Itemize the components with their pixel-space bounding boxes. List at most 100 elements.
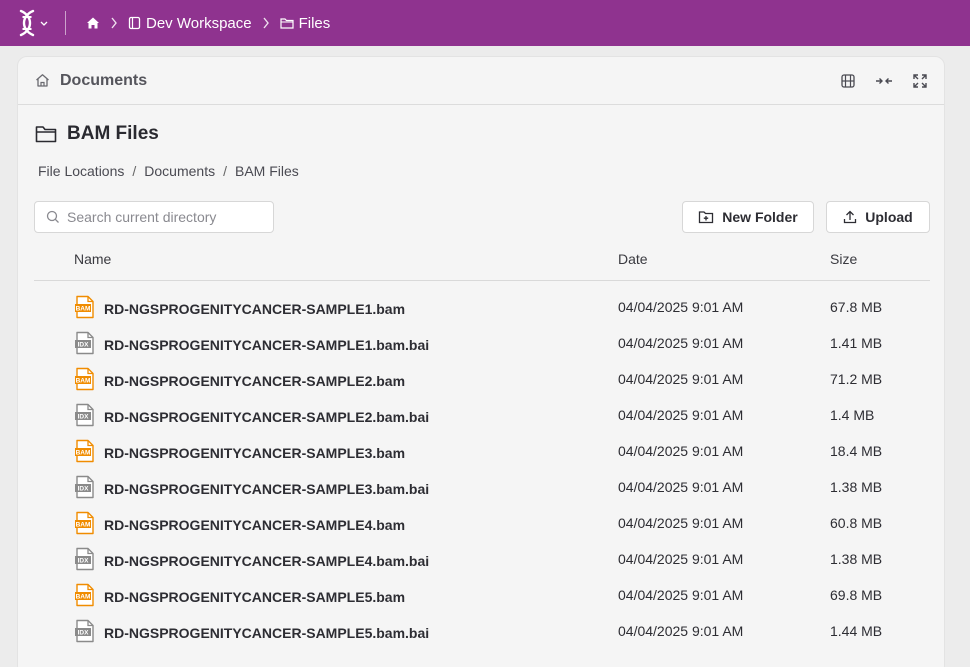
file-name: RD-NGSPROGENITYCANCER-SAMPLE3.bam [104, 445, 406, 461]
table-row[interactable]: IDX RD-NGSPROGENITYCANCER-SAMPLE3.bam.bai… [34, 469, 930, 505]
topbar-divider [65, 11, 66, 35]
file-name: RD-NGSPROGENITYCANCER-SAMPLE1.bam.bai [104, 337, 430, 353]
file-size: 71.2 MB [830, 371, 883, 387]
table-header: Name Date Size [34, 245, 930, 281]
path-bam-files[interactable]: BAM Files [235, 163, 299, 179]
table-row[interactable]: BAM RD-NGSPROGENITYCANCER-SAMPLE4.bam 04/0… [34, 505, 930, 541]
file-size: 69.8 MB [830, 587, 883, 603]
file-size: 1.41 MB [830, 335, 883, 351]
dna-logo-icon [19, 9, 48, 37]
panel-title: Documents [60, 72, 148, 89]
file-type-label: IDX [78, 342, 90, 349]
table-row[interactable]: IDX RD-NGSPROGENITYCANCER-SAMPLE1.bam.bai… [34, 325, 930, 361]
path-breadcrumb: File Locations / Documents / BAM Files [38, 163, 299, 179]
file-size: 67.8 MB [830, 299, 883, 315]
table-row[interactable]: IDX RD-NGSPROGENITYCANCER-SAMPLE4.bam.bai… [34, 541, 930, 577]
search-input[interactable] [67, 202, 267, 232]
page-title: BAM Files [35, 123, 159, 145]
table-row[interactable]: BAM RD-NGSPROGENITYCANCER-SAMPLE1.bam 04/0… [34, 289, 930, 325]
path-separator: / [223, 163, 227, 179]
column-header-size[interactable]: Size [830, 251, 857, 267]
file-date: 04/04/2025 9:01 AM [618, 335, 744, 351]
upload-label: Upload [865, 209, 913, 225]
path-documents[interactable]: Documents [144, 163, 215, 179]
breadcrumb-workspace[interactable]: Dev Workspace [128, 15, 252, 32]
breadcrumb-label: Files [298, 14, 331, 32]
workspace-icon [128, 16, 141, 30]
fullscreen-button[interactable] [910, 71, 930, 91]
home-icon [87, 17, 99, 29]
breadcrumb-label: Dev Workspace [146, 14, 252, 32]
file-date: 04/04/2025 9:01 AM [618, 551, 744, 567]
file-name: RD-NGSPROGENITYCANCER-SAMPLE5.bam [104, 589, 406, 605]
index-file-icon: IDX [74, 331, 96, 358]
folder-plus-icon [699, 211, 714, 224]
bam-file-icon: BAM [74, 295, 96, 322]
layout-toggle-button[interactable] [838, 71, 858, 91]
table-row[interactable]: IDX RD-NGSPROGENITYCANCER-SAMPLE2.bam.bai… [34, 397, 930, 433]
table-row[interactable]: IDX RD-NGSPROGENITYCANCER-SAMPLE5.bam.bai… [34, 613, 930, 649]
file-name: RD-NGSPROGENITYCANCER-SAMPLE5.bam.bai [104, 625, 430, 641]
new-folder-label: New Folder [722, 209, 798, 225]
file-date: 04/04/2025 9:01 AM [618, 587, 744, 603]
file-name: RD-NGSPROGENITYCANCER-SAMPLE4.bam.bai [104, 553, 430, 569]
path-separator: / [132, 163, 137, 179]
file-type-label: IDX [78, 558, 90, 565]
search-box [34, 201, 274, 233]
column-header-date[interactable]: Date [618, 251, 648, 267]
file-type-label: BAM [76, 306, 91, 313]
home-icon [35, 73, 50, 93]
table-row[interactable]: BAM RD-NGSPROGENITYCANCER-SAMPLE3.bam 04/0… [34, 433, 930, 469]
file-size: 1.38 MB [830, 479, 883, 495]
file-name: RD-NGSPROGENITYCANCER-SAMPLE2.bam.bai [104, 409, 430, 425]
file-size: 60.8 MB [830, 515, 883, 531]
file-type-label: IDX [78, 414, 90, 421]
path-file-locations[interactable]: File Locations [38, 163, 124, 179]
bam-file-icon: BAM [74, 583, 96, 610]
file-date: 04/04/2025 9:01 AM [618, 479, 744, 495]
file-date: 04/04/2025 9:01 AM [618, 623, 744, 639]
file-type-label: BAM [76, 594, 91, 601]
upload-icon [844, 210, 857, 224]
layout-icon [841, 74, 855, 88]
index-file-icon: IDX [74, 547, 96, 574]
collapse-arrows-icon [876, 78, 892, 84]
panel-header: Documents [18, 57, 944, 105]
breadcrumb-home[interactable] [86, 16, 100, 30]
file-name: RD-NGSPROGENITYCANCER-SAMPLE1.bam [104, 301, 406, 317]
table-row[interactable]: BAM RD-NGSPROGENITYCANCER-SAMPLE5.bam 04/0… [34, 577, 930, 613]
file-size: 1.38 MB [830, 551, 883, 567]
app-logo-menu[interactable] [14, 9, 50, 37]
file-list: BAM RD-NGSPROGENITYCANCER-SAMPLE1.bam 04/0… [34, 289, 930, 649]
folder-icon [279, 18, 294, 29]
chevron-right-icon [262, 17, 270, 29]
file-size: 18.4 MB [830, 443, 883, 459]
file-name: RD-NGSPROGENITYCANCER-SAMPLE2.bam [104, 373, 406, 389]
search-icon [46, 210, 60, 229]
index-file-icon: IDX [74, 475, 96, 502]
collapse-button[interactable] [874, 71, 894, 91]
file-date: 04/04/2025 9:01 AM [618, 371, 744, 387]
chevron-right-icon [110, 17, 118, 29]
documents-panel: Documents BAM Files File Locations / Doc… [17, 56, 945, 667]
column-header-name[interactable]: Name [74, 251, 111, 267]
table-row[interactable]: BAM RD-NGSPROGENITYCANCER-SAMPLE2.bam 04/0… [34, 361, 930, 397]
breadcrumb-files[interactable]: Files [279, 14, 331, 32]
file-date: 04/04/2025 9:01 AM [618, 443, 744, 459]
file-type-label: BAM [76, 378, 91, 385]
bam-file-icon: BAM [74, 439, 96, 466]
file-type-label: BAM [76, 450, 91, 457]
file-type-label: IDX [78, 486, 90, 493]
file-date: 04/04/2025 9:01 AM [618, 299, 744, 315]
expand-icon [913, 74, 927, 88]
new-folder-button[interactable]: New Folder [682, 201, 814, 233]
page-title-text: BAM Files [67, 123, 159, 144]
index-file-icon: IDX [74, 403, 96, 430]
file-date: 04/04/2025 9:01 AM [618, 515, 744, 531]
bam-file-icon: BAM [74, 511, 96, 538]
file-type-label: IDX [78, 630, 90, 637]
top-breadcrumb: Dev Workspace Files [86, 0, 330, 46]
file-size: 1.4 MB [830, 407, 875, 423]
upload-button[interactable]: Upload [826, 201, 930, 233]
file-name: RD-NGSPROGENITYCANCER-SAMPLE4.bam [104, 517, 406, 533]
